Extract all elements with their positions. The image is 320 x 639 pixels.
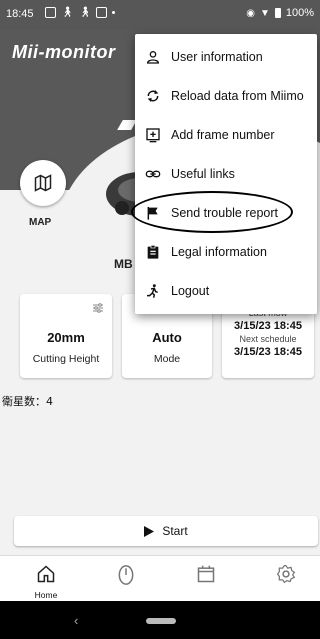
status-right: ◉ ▼ 100% (246, 7, 314, 19)
person-icon (144, 48, 162, 66)
mode-value: Auto (152, 330, 182, 345)
map-label: MAP (29, 217, 52, 228)
map-button[interactable] (20, 160, 66, 206)
menu-item-label: Logout (171, 284, 210, 298)
menu-item-add-frame-number[interactable]: Add frame number (135, 116, 317, 154)
nav-mower[interactable] (106, 564, 146, 591)
next-schedule-value: 3/15/23 18:45 (234, 346, 302, 358)
status-time: 18:45 (6, 8, 34, 20)
add-box-icon (144, 126, 162, 144)
wifi-icon: ▼ (259, 7, 270, 19)
tune-icon (93, 303, 103, 313)
battery-level: 100% (285, 7, 314, 19)
clipboard-icon (144, 243, 162, 261)
play-icon (144, 525, 155, 537)
nav-settings[interactable] (266, 564, 306, 589)
highlight-annotation-oval (131, 191, 293, 233)
cutting-height-card[interactable]: 20mm Cutting Height (20, 294, 112, 378)
notification-message-icon (96, 7, 108, 18)
menu-item-label: User information (171, 50, 263, 64)
status-bar: 18:45 🚶︎ 🚶︎ ◉ ▼ 100% (0, 0, 320, 30)
map-icon (34, 174, 52, 192)
notification-person2-icon: 🚶︎ (78, 7, 92, 18)
run-icon (144, 282, 162, 300)
vibrate-icon: ◉ (246, 7, 255, 19)
menu-item-legal-information[interactable]: Legal information (135, 233, 317, 271)
app-screen: 18:45 🚶︎ 🚶︎ ◉ ▼ 100% Mii-monitor MAP MB … (0, 0, 320, 639)
menu-item-label: Reload data from Miimo (171, 89, 304, 103)
last-mow-value: 3/15/23 18:45 (234, 320, 302, 332)
calendar-icon (197, 565, 215, 583)
menu-item-useful-links[interactable]: Useful links (135, 155, 317, 193)
system-nav-bar: ‹ (0, 601, 320, 639)
satellite-count: 衛星数：4 (2, 395, 53, 408)
menu-item-user-information[interactable]: User information (135, 38, 317, 76)
notification-icons: 🚶︎ 🚶︎ (45, 7, 116, 18)
cutting-height-label: Cutting Height (32, 353, 100, 365)
next-schedule-label: Next schedule (239, 334, 297, 344)
bottom-nav: Home (0, 555, 320, 601)
model-label: MB (114, 257, 133, 271)
home-icon (37, 565, 55, 583)
app-logo: Mii-monitor (12, 42, 116, 62)
mode-label: Mode (153, 353, 181, 365)
overflow-menu: User information Reload data from Miimo … (135, 34, 317, 314)
start-button[interactable]: Start (14, 516, 318, 546)
menu-item-label: Legal information (171, 245, 267, 259)
battery-icon (274, 8, 281, 18)
notification-app-icon (45, 7, 56, 18)
nav-home[interactable]: Home (26, 564, 66, 600)
link-icon (144, 165, 162, 183)
back-chevron-icon[interactable]: ‹ (74, 613, 78, 628)
cutting-height-value: 20mm (47, 330, 85, 345)
home-pill-icon[interactable] (146, 618, 176, 624)
menu-item-label: Useful links (171, 167, 235, 181)
notification-person-icon: 🚶︎ (61, 7, 74, 18)
nav-calendar[interactable] (186, 564, 226, 589)
menu-item-reload-data[interactable]: Reload data from Miimo (135, 77, 317, 115)
refresh-icon (144, 87, 162, 105)
gear-icon (276, 565, 296, 584)
mower-icon (118, 565, 134, 585)
start-label: Start (162, 524, 188, 538)
notification-dot-icon (112, 11, 116, 14)
nav-home-label: Home (34, 590, 58, 600)
menu-item-logout[interactable]: Logout (135, 272, 317, 310)
menu-item-label: Add frame number (171, 128, 275, 142)
